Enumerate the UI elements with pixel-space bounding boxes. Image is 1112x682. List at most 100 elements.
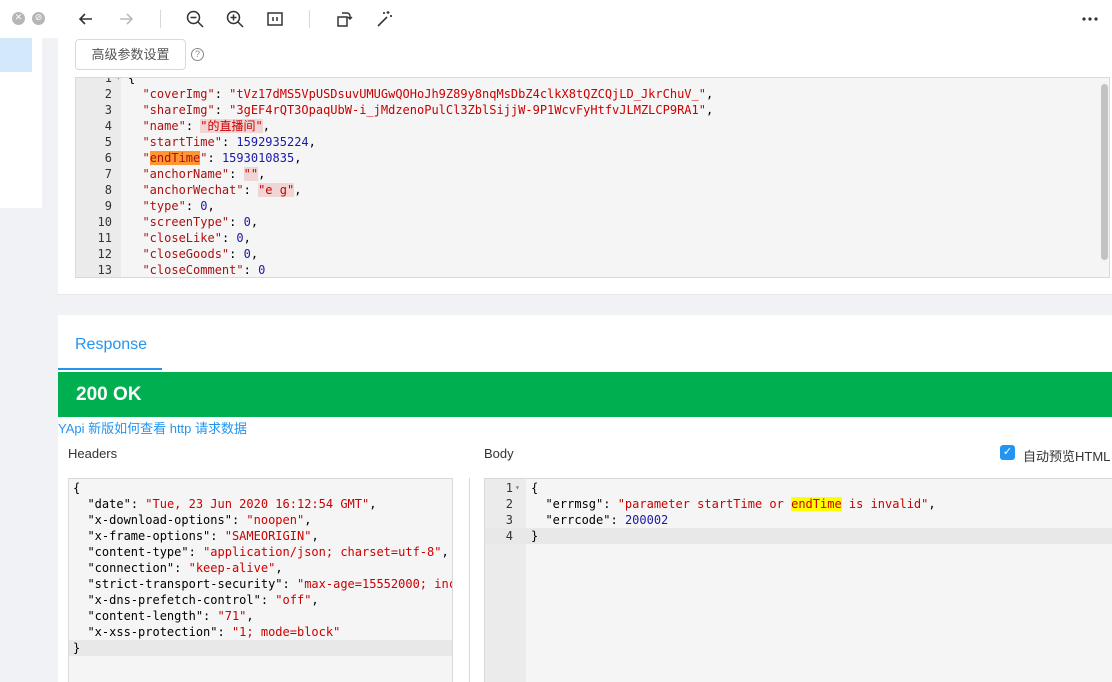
line-number: 12 [97,247,112,261]
code-text: } [73,640,80,656]
zoom-in-icon[interactable] [225,9,245,29]
line-number: 6 [104,151,112,165]
colon: : [210,529,225,543]
json-string-value: "keep-alive" [188,561,276,575]
comma: , [705,103,714,117]
json-key: "x-frame-options" [87,529,211,543]
colon: : [130,497,146,511]
colon: : [243,263,259,277]
comma: , [262,119,270,133]
code-text: "x-xss-protection": "1; mode=block" [73,624,340,640]
line-number: 11 [97,231,112,245]
code-line: "content-length": "71", [69,608,452,624]
colon: : [260,593,276,607]
colon: : [185,199,201,213]
json-string-value: "parameter startTime or [617,497,792,511]
json-number-value: 0 [243,215,251,229]
code-text: "date": "Tue, 23 Jun 2020 16:12:54 GMT", [73,496,376,512]
comma: , [928,497,936,511]
json-string-value: "noopen" [246,513,305,527]
response-headers-editor[interactable]: { "date": "Tue, 23 Jun 2020 16:12:54 GMT… [68,478,453,682]
auto-preview-checkbox[interactable]: ✓ [1000,445,1015,460]
json-key: "x-xss-protection" [87,625,218,639]
colon: : [214,103,230,117]
line-number: 10 [97,215,112,229]
advanced-settings-button[interactable]: 高级参数设置 [75,39,186,70]
code-line: "x-xss-protection": "1; mode=block" [69,624,452,640]
code-line: 8 "anchorWechat": "e g", [76,182,1109,198]
pane-divider[interactable] [469,478,470,682]
comma: , [308,135,316,149]
json-string-value: "71" [217,609,247,623]
forward-arrow-icon[interactable] [116,9,136,29]
comma: , [304,513,312,527]
zoom-out-icon[interactable] [185,9,205,29]
code-text: "startTime": 1592935224, [128,134,316,150]
magic-wand-icon[interactable] [374,9,394,29]
help-icon[interactable]: ? [191,48,204,61]
back-arrow-icon[interactable] [76,9,96,29]
minimize-icon[interactable]: ⊘ [32,12,45,25]
tab-response[interactable]: Response [75,336,147,354]
more-icon[interactable] [1080,9,1100,29]
line-number: 2 [505,497,513,511]
code-text: } [531,528,538,544]
fold-icon: ▾ [116,77,121,82]
json-key: "coverImg" [142,87,215,101]
comma: , [207,199,215,213]
request-json-editor[interactable]: 1 ▾{2 "coverImg": "tVz17dMS5VpUSDsuvUMUGw… [75,77,1110,278]
brace: } [73,641,81,655]
code-text: "shareImg": "3gEF4rQT3OpaqUbW-i_jMdzenoP… [128,102,713,118]
code-line: "date": "Tue, 23 Jun 2020 16:12:54 GMT", [69,496,452,512]
json-key: "errmsg" [545,497,604,511]
code-text: "closeGoods": 0, [128,246,258,262]
headers-title: Headers [68,446,118,461]
request-panel: 高级参数设置 ? 1 ▾{2 "coverImg": "tVz17dMS5VpUS… [58,38,1112,295]
colon: : [229,247,244,261]
comma: , [441,545,449,559]
colon: : [217,625,232,639]
side-nav-active-item[interactable] [0,38,32,72]
colon: : [229,215,244,229]
json-key: "closeComment" [142,263,244,277]
toolbar-divider [160,10,161,28]
colon: : [221,231,237,245]
comma: , [258,167,266,181]
json-number-value: 0 [236,231,244,245]
brace: { [128,77,136,85]
code-text: "anchorName": "", [128,166,265,182]
json-key-quote: " [200,151,208,165]
code-line: "x-frame-options": "SAMEORIGIN", [69,528,452,544]
response-body-editor[interactable]: 1 ▾ {2 "errmsg": "parameter startTime or e… [484,478,1112,682]
colon: : [207,151,222,165]
comma: , [250,215,259,229]
brace: { [73,481,81,495]
fit-page-icon[interactable] [265,9,285,29]
comma: , [369,497,377,511]
code-line: 6 "endTime": 1593010835, [76,150,1109,166]
code-text: "name": "的直播间", [128,118,270,134]
code-line: 4 "name": "的直播间", [76,118,1109,134]
yapi-help-link[interactable]: YApi 新版如何查看 http 请求数据 [58,418,247,437]
code-line: 10 "screenType": 0, [76,214,1109,230]
json-key: "startTime" [142,135,222,149]
json-string-value: "3gEF4rQT3OpaqUbW-i_jMdzenoPulCl3ZblSijj… [229,103,706,117]
json-key-highlight: endTime [149,151,201,165]
json-string-value-redacted: "" [243,167,259,181]
rotate-icon[interactable] [334,9,354,29]
code-line: 1 ▾{ [76,77,1109,86]
json-key: "anchorName" [142,167,230,181]
json-number-value: 200002 [624,513,669,527]
code-text: "x-dns-prefetch-control": "off", [73,592,318,608]
code-line: 11 "closeLike": 0, [76,230,1109,246]
json-key: "errcode" [545,513,611,527]
json-key: "screenType" [142,215,230,229]
comma: , [705,87,714,101]
brace: { [531,481,539,495]
line-number: 4 [104,119,112,133]
code-line: 2 "errmsg": "parameter startTime or endT… [485,496,1112,512]
close-icon[interactable]: ✕ [12,12,25,25]
json-key: "closeLike" [142,231,222,245]
code-line: 5 "startTime": 1592935224, [76,134,1109,150]
json-key: "closeGoods" [142,247,230,261]
